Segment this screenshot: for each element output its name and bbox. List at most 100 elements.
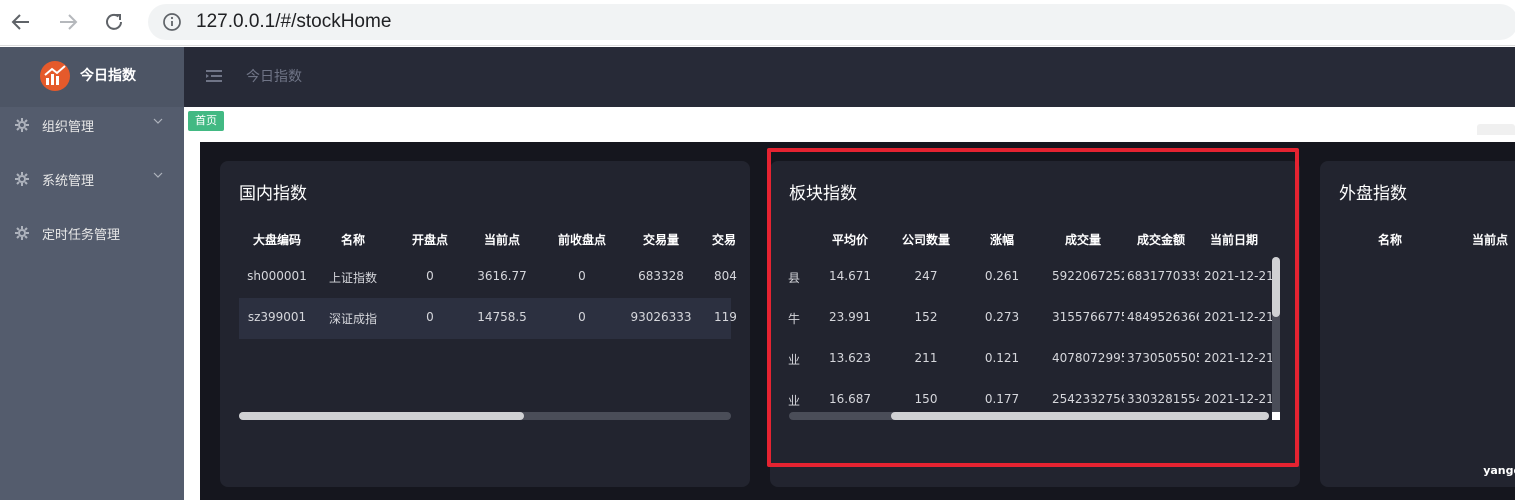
foreign-index-card: 外盘指数 名称 当前点 yangeit — [1320, 161, 1515, 487]
scrollbar-thumb[interactable] — [239, 412, 525, 420]
table-cell: 业 — [788, 394, 801, 408]
column-header: 名称 — [1377, 233, 1402, 247]
table-cell: sh000001 — [247, 269, 307, 283]
table-cell: 683328 — [638, 269, 684, 283]
scrollbar-corner — [1272, 412, 1280, 420]
table-cell: 0 — [578, 310, 586, 324]
column-header: 成交金额 — [1136, 233, 1185, 247]
table-cell: 0 — [426, 310, 434, 324]
table-cell: 0.177 — [984, 392, 1020, 406]
table-cell: 上证指数 — [328, 271, 377, 285]
sidebar-item-org[interactable]: 组织管理 — [0, 101, 184, 149]
sidebar-logo[interactable]: 今日指数 — [0, 47, 184, 107]
scrollbar-thumb[interactable] — [891, 412, 1269, 420]
table-cell: 4078072995 — [1052, 351, 1124, 365]
column-header: 当前日期 — [1209, 233, 1258, 247]
horizontal-scrollbar[interactable] — [789, 412, 1269, 420]
reload-button[interactable] — [101, 9, 127, 35]
table-cell: 14.671 — [829, 269, 871, 283]
sector-index-card: 板块指数 平均价 公司数量 涨幅 成交量 成交金额 当前日期 县 14.671 … — [770, 161, 1300, 487]
table-cell: 牛 — [788, 312, 801, 326]
domestic-index-card: 国内指数 大盘编码 名称 开盘点 当前点 前收盘点 交易量 交易 sh00000… — [220, 161, 750, 487]
column-header: 当前点 — [483, 233, 520, 247]
table-cell: 0.273 — [984, 310, 1020, 324]
table-cell: 93026333 — [630, 310, 692, 324]
table-cell: 县 — [788, 271, 801, 285]
table-cell: 3730505505 — [1127, 351, 1199, 365]
app-title: 今日指数 — [80, 68, 136, 84]
sidebar-item-system[interactable]: 系统管理 — [0, 155, 184, 203]
column-header: 成交量 — [1064, 233, 1101, 247]
column-header: 公司数量 — [901, 233, 950, 247]
sidebar-item-label: 定时任务管理 — [42, 228, 121, 243]
column-header: 涨幅 — [989, 233, 1014, 247]
page-title: 今日指数 — [246, 69, 302, 85]
sidebar: 今日指数 组织管理 系统管理 定时任务管理 — [0, 47, 184, 500]
browser-toolbar: 127.0.0.1/#/stockHome — [0, 0, 1515, 46]
table-cell: 119 — [714, 310, 737, 324]
table-cell: 13.623 — [829, 351, 871, 365]
sidebar-item-label: 系统管理 — [42, 174, 95, 189]
table-cell: sz399001 — [247, 310, 307, 324]
back-button[interactable] — [8, 9, 34, 35]
table-cell: 3303281554 — [1127, 392, 1199, 406]
watermark: yangeit — [1483, 464, 1515, 477]
gear-icon — [15, 172, 29, 186]
scrollbar-thumb[interactable] — [1272, 257, 1280, 317]
arrow-left-icon — [11, 14, 29, 30]
address-bar[interactable]: 127.0.0.1/#/stockHome — [148, 4, 1515, 40]
table-cell: 150 — [914, 392, 938, 406]
table-cell: 深证成指 — [328, 312, 377, 326]
table-cell: 23.991 — [829, 310, 871, 324]
table-cell: 2021-12-21 — [1204, 269, 1272, 283]
card-title: 国内指数 — [239, 184, 307, 204]
dashboard-area: 国内指数 大盘编码 名称 开盘点 当前点 前收盘点 交易量 交易 sh00000… — [200, 142, 1515, 500]
table-cell: 211 — [914, 351, 938, 365]
forward-button[interactable] — [55, 9, 81, 35]
info-icon[interactable] — [162, 12, 182, 32]
table-cell: 0 — [578, 269, 586, 283]
sidebar-item-scheduler[interactable]: 定时任务管理 — [0, 209, 184, 257]
tags-bar: 首页 — [184, 107, 1515, 142]
sidebar-item-label: 组织管理 — [42, 120, 95, 135]
chevron-down-icon — [153, 118, 163, 124]
url-text[interactable]: 127.0.0.1/#/stockHome — [196, 11, 391, 33]
reload-icon — [106, 13, 122, 30]
table-cell: 4849526366 — [1127, 310, 1199, 324]
table-cell: 6831770339 — [1127, 269, 1199, 283]
table-cell: 2542332756 — [1052, 392, 1124, 406]
table-cell: 0.261 — [984, 269, 1020, 283]
table-cell: 0.121 — [984, 351, 1020, 365]
tag-home[interactable]: 首页 — [188, 111, 224, 131]
column-header: 开盘点 — [411, 233, 448, 247]
gear-icon — [15, 226, 29, 240]
main-content: 国内指数 大盘编码 名称 开盘点 当前点 前收盘点 交易量 交易 sh00000… — [184, 135, 1515, 500]
column-header: 交易 — [712, 233, 737, 247]
vertical-scrollbar[interactable] — [1272, 257, 1280, 419]
table-cell: 16.687 — [829, 392, 871, 406]
chevron-down-icon — [153, 172, 163, 178]
table-cell: 0 — [426, 269, 434, 283]
column-header: 交易量 — [642, 233, 679, 247]
table-cell: 804 — [714, 269, 737, 283]
table-cell: 业 — [788, 353, 801, 367]
table-cell: 2021-12-21 — [1204, 392, 1272, 406]
column-header: 平均价 — [831, 233, 868, 247]
table-cell: 14758.5 — [477, 310, 527, 324]
menu-toggle-icon[interactable] — [206, 69, 222, 83]
table-cell: 152 — [914, 310, 938, 324]
table-cell: 2021-12-21 — [1204, 310, 1272, 324]
table-cell: 3616.77 — [477, 269, 527, 283]
table-cell: 247 — [914, 269, 938, 283]
table-cell: 5922067252 — [1052, 269, 1124, 283]
top-header: 今日指数 — [184, 47, 1515, 107]
column-header: 大盘编码 — [252, 233, 301, 247]
logo-icon — [40, 61, 70, 91]
column-header: 当前点 — [1471, 233, 1508, 247]
table-cell: 3155766775 — [1052, 310, 1124, 324]
horizontal-scrollbar[interactable] — [239, 412, 731, 420]
card-title: 外盘指数 — [1339, 184, 1407, 204]
table-cell: 2021-12-21 — [1204, 351, 1272, 365]
column-header: 前收盘点 — [557, 233, 606, 247]
card-title: 板块指数 — [789, 184, 857, 204]
